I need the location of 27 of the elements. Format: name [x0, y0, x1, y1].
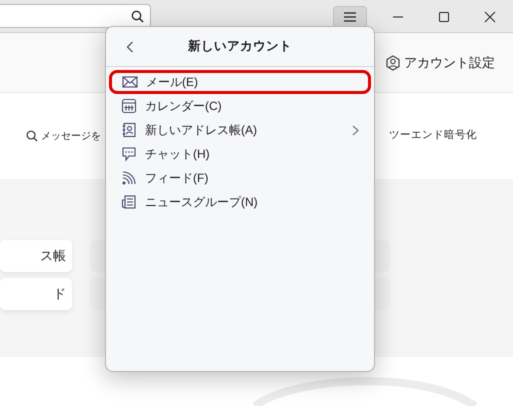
mail-icon — [122, 74, 138, 90]
newspaper-icon — [121, 194, 137, 210]
menu-item[interactable]: チャット(H) — [109, 142, 371, 166]
address-book-icon — [121, 122, 137, 138]
menu-button[interactable] — [333, 6, 367, 28]
search-field[interactable] — [0, 4, 151, 28]
search-messages-link[interactable]: メッセージを — [41, 128, 101, 144]
menu-item[interactable]: フィード(F) — [109, 166, 371, 190]
menu-item[interactable]: ニュースグループ(N) — [109, 190, 371, 214]
search-icon — [131, 10, 144, 22]
menu-item[interactable]: 新しいアドレス帳(A) — [109, 118, 371, 142]
shortcut-card[interactable]: ス帳 — [0, 240, 72, 272]
menu-icon — [344, 12, 356, 22]
close-icon — [484, 11, 496, 24]
search-icon — [26, 130, 38, 142]
user-icon — [385, 54, 401, 70]
menu-item[interactable]: カレンダー(C) — [109, 94, 371, 118]
account-settings-button[interactable]: アカウント設定 — [385, 52, 495, 72]
menu-title: 新しいアカウント — [188, 38, 292, 56]
feed-icon — [121, 170, 137, 186]
maximize-icon — [438, 11, 450, 24]
chat-bubble-icon — [121, 146, 137, 162]
menu-item[interactable]: メール(E) — [109, 70, 371, 94]
shortcut-card[interactable]: ド — [0, 278, 72, 310]
calendar-icon — [121, 98, 137, 114]
back-icon[interactable] — [126, 41, 134, 53]
encryption-link[interactable]: ツーエンド暗号化 — [389, 128, 477, 144]
